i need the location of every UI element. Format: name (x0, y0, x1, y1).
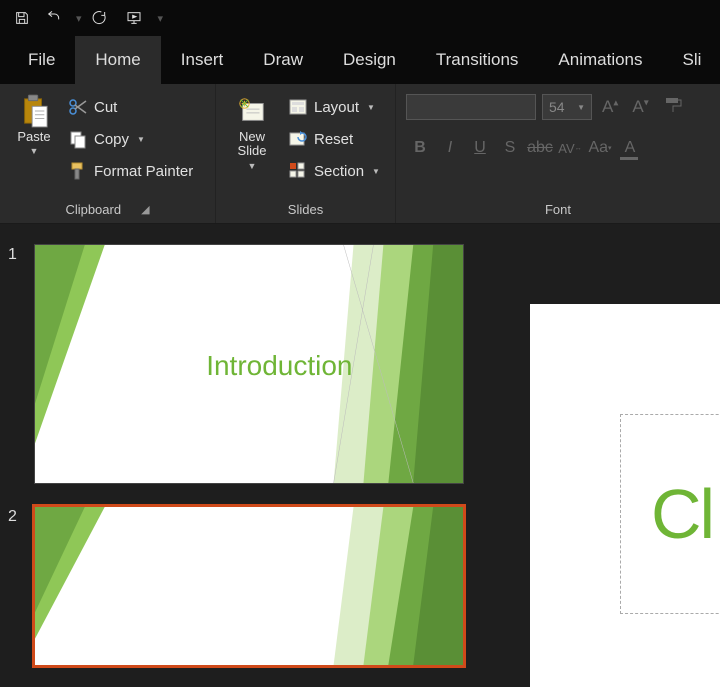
group-font: 54 ▼ A▴ A▾ B I U S abc AV↔ Aa▾ A Fo (396, 84, 720, 223)
tab-slideshow[interactable]: Sli (663, 36, 720, 84)
slide-editor-pane: Cl (490, 224, 720, 687)
tab-design[interactable]: Design (323, 36, 416, 84)
paste-dropdown-caret[interactable]: ▼ (30, 146, 39, 156)
slide-title-text: Introduction (206, 350, 352, 382)
format-painter-icon (68, 161, 88, 181)
tab-transitions[interactable]: Transitions (416, 36, 539, 84)
new-slide-button[interactable]: New Slide ▼ (224, 90, 280, 197)
font-color-button[interactable]: A (616, 134, 644, 162)
paste-button[interactable]: Paste ▼ (8, 90, 60, 197)
reset-label: Reset (314, 131, 353, 148)
slide-thumbnail-2[interactable] (34, 506, 464, 666)
thumbnail-row-1: 1 Introduction (8, 244, 474, 484)
save-button[interactable] (8, 4, 36, 32)
copy-label: Copy (94, 131, 129, 148)
start-slideshow-button[interactable] (118, 4, 150, 32)
tab-insert[interactable]: Insert (161, 36, 244, 84)
tab-home[interactable]: Home (75, 36, 160, 84)
slide-thumbnail-1[interactable]: Introduction (34, 244, 464, 484)
font-size-value: 54 (549, 99, 565, 115)
cut-button[interactable]: Cut (62, 92, 199, 122)
section-icon (288, 161, 308, 181)
title-placeholder-text: Cl (621, 474, 713, 554)
layout-button[interactable]: Layout ▼ (282, 92, 386, 122)
paint-roller-icon (663, 95, 683, 115)
undo-icon (46, 10, 62, 26)
paste-icon (18, 92, 50, 130)
customize-qat-dropdown[interactable]: ▾ (158, 12, 164, 25)
tab-animations[interactable]: Animations (538, 36, 662, 84)
new-slide-label: New Slide (238, 130, 267, 159)
ribbon-tabs: File Home Insert Draw Design Transitions… (0, 36, 720, 84)
copy-button[interactable]: Copy ▼ (62, 124, 199, 154)
change-case-button[interactable]: Aa▾ (586, 134, 614, 162)
copy-icon (68, 129, 88, 149)
facet-design (35, 507, 463, 665)
group-clipboard: Paste ▼ Cut Copy ▼ (0, 84, 216, 223)
undo-dropdown[interactable]: ▾ (76, 12, 82, 25)
tab-file[interactable]: File (8, 36, 75, 84)
thumbnail-number: 1 (8, 244, 34, 264)
redo-button[interactable] (86, 4, 114, 32)
thumbnail-number: 2 (8, 506, 34, 526)
slide-thumbnails-pane: 1 Introduction 2 (0, 224, 490, 687)
slides-group-label: Slides (288, 202, 323, 217)
section-dropdown-caret[interactable]: ▼ (372, 167, 380, 176)
paste-label: Paste (17, 130, 50, 144)
format-painter-label: Format Painter (94, 163, 193, 180)
clipboard-launcher[interactable]: ◢ (141, 203, 149, 216)
cut-label: Cut (94, 99, 117, 116)
decrease-font-button[interactable]: A▾ (628, 97, 652, 117)
reset-button[interactable]: Reset (282, 124, 386, 154)
increase-font-button[interactable]: A▴ (598, 97, 622, 117)
new-slide-icon (236, 92, 268, 130)
underline-button[interactable]: U (466, 134, 494, 162)
save-icon (14, 10, 30, 26)
thumbnail-row-2: 2 (8, 506, 474, 666)
chevron-down-icon: ▼ (577, 103, 585, 112)
font-family-selector[interactable] (406, 94, 536, 120)
current-slide-canvas[interactable]: Cl (530, 304, 720, 687)
bold-button[interactable]: B (406, 134, 434, 162)
ribbon: Paste ▼ Cut Copy ▼ (0, 84, 720, 224)
quick-access-toolbar: ▾ ▾ (0, 0, 720, 36)
format-painter-button[interactable]: Format Painter (62, 156, 199, 186)
title-placeholder[interactable]: Cl (620, 414, 720, 614)
font-group-label: Font (545, 202, 571, 217)
reset-icon (288, 129, 308, 149)
layout-label: Layout (314, 99, 359, 116)
undo-button[interactable] (40, 4, 68, 32)
section-button[interactable]: Section ▼ (282, 156, 386, 186)
strikethrough-button[interactable]: abc (526, 134, 554, 162)
workspace: 1 Introduction 2 (0, 224, 720, 687)
clear-formatting-button[interactable] (659, 95, 679, 120)
tab-draw[interactable]: Draw (243, 36, 323, 84)
layout-icon (288, 97, 308, 117)
font-size-selector[interactable]: 54 ▼ (542, 94, 592, 120)
clipboard-group-label: Clipboard (65, 202, 121, 217)
presentation-icon (126, 10, 142, 26)
group-slides: New Slide ▼ Layout ▼ Reset (216, 84, 396, 223)
char-spacing-button[interactable]: AV↔ (556, 134, 584, 162)
italic-button[interactable]: I (436, 134, 464, 162)
layout-dropdown-caret[interactable]: ▼ (367, 103, 375, 112)
scissors-icon (68, 97, 88, 117)
new-slide-dropdown-caret[interactable]: ▼ (248, 161, 257, 171)
copy-dropdown-caret[interactable]: ▼ (137, 135, 145, 144)
section-label: Section (314, 163, 364, 180)
shadow-button[interactable]: S (496, 134, 524, 162)
redo-icon (92, 10, 108, 26)
